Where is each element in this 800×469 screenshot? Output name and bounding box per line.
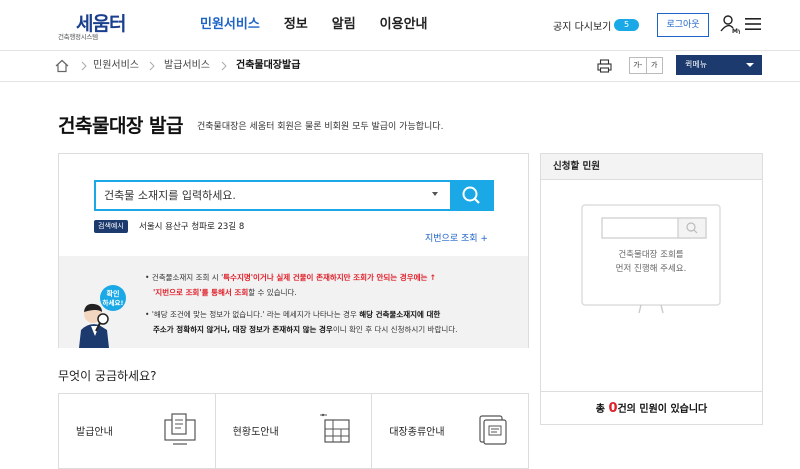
breadcrumb-current: 건축물대장발급 <box>236 60 301 71</box>
empty-line-2: 먼저 진행해 주세요. <box>615 264 687 274</box>
faq-card-label: 발급안내 <box>76 427 113 438</box>
page-title: 건축물대장 발급 <box>58 115 183 137</box>
faq-card-issue-guide[interactable]: 발급안내 <box>59 394 216 468</box>
caret-down-icon <box>746 63 754 67</box>
address-search-input[interactable] <box>94 180 450 211</box>
chevron-right-icon <box>149 61 155 71</box>
quick-menu-label: 퀵메뉴 <box>685 60 708 69</box>
breadcrumb-civil-service[interactable]: 민원서비스 <box>93 51 139 80</box>
home-icon[interactable] <box>55 59 69 73</box>
notice-guide-box: 확인 하세요! • 건축물소재지 조회 시 '특수지명'이거나 실제 건물이 존… <box>59 256 528 348</box>
print-icon[interactable] <box>597 59 612 73</box>
page-subtitle: 건축물대장은 세움터 회원은 물론 비회원 모두 발급이 가능합니다. <box>197 122 444 132</box>
faq-cards: 발급안내 현황도안내 대장종류안내 <box>58 393 529 469</box>
nav-item-civil-service[interactable]: 민원서비스 <box>200 0 260 50</box>
empty-line-1: 건축물대장 조회를 <box>618 250 684 260</box>
guide-bullet-2: • '해당 조건에 맞는 정보가 없습니다.' 라는 메세지가 나타나는 경우 … <box>145 310 441 319</box>
guide-b2-pre: '해당 조건에 맞는 정보가 없습니다.' 라는 메세지가 나타나는 경우 <box>151 310 357 319</box>
logo[interactable]: 세움터 건축행정시스템 <box>58 9 138 41</box>
floor-plan-icon <box>320 413 350 443</box>
search-button[interactable] <box>450 180 494 211</box>
guide-b1-pre: 건축물소재지 조회 시 ' <box>151 273 224 282</box>
font-increase-button[interactable]: 가 <box>647 58 663 73</box>
nav-item-notice[interactable]: 알림 <box>332 0 356 50</box>
nav-item-guide[interactable]: 이용안내 <box>380 0 428 50</box>
apply-list-panel: 신청할 민원 건축물대장 조회를 먼저 진행해 주세요. 총 0건의 민원이 있… <box>540 153 763 425</box>
example-address: 서울시 용산구 청파로 23길 8 <box>139 222 245 232</box>
search-dropdown-icon[interactable] <box>432 192 438 196</box>
faq-card-label: 대장종류안내 <box>389 427 445 438</box>
guide-b1b-post: 할 수 있습니다. <box>248 288 297 297</box>
address-search <box>94 180 494 211</box>
notice-count-badge[interactable]: 5 <box>614 19 639 31</box>
document-monitor-icon <box>164 413 196 445</box>
guide-bullet-1: • 건축물소재지 조회 시 '특수지명'이거나 실제 건물이 존재하지만 조회가… <box>145 273 437 282</box>
font-decrease-button[interactable]: 가- <box>630 58 647 73</box>
document-stack-icon <box>479 415 507 445</box>
main-nav: 민원서비스 정보 알림 이용안내 <box>200 0 452 50</box>
guide-b2b-bold: 주소가 정확하지 않거나, 대장 정보가 존재하지 않는 경우 <box>153 325 333 334</box>
faq-title: 무엇이 궁금하세요? <box>58 369 157 383</box>
lot-number-search-link[interactable]: 지번으로 조회 + <box>425 231 488 244</box>
guide-b1b-red: '지번으로 조회'를 통해서 조회 <box>153 288 249 297</box>
empty-state-message: 건축물대장 조회를 먼저 진행해 주세요. <box>581 248 721 276</box>
apply-list-title: 신청할 민원 <box>541 154 762 180</box>
hamburger-menu-icon[interactable] <box>745 17 761 31</box>
nav-item-info[interactable]: 정보 <box>284 0 308 50</box>
guide-bullet-2-cont: 주소가 정확하지 않거나, 대장 정보가 존재하지 않는 경우이니 확인 후 다… <box>153 322 458 337</box>
faq-card-ledger-types[interactable]: 대장종류안내 <box>372 394 528 468</box>
guide-b2-bold: 해당 건축물소재지에 대한 <box>359 310 441 319</box>
chevron-right-icon <box>81 61 87 71</box>
quick-menu-dropdown[interactable]: 퀵메뉴 <box>676 55 762 75</box>
faq-card-label: 현황도안내 <box>232 427 279 438</box>
my-icon-label: My <box>732 28 740 34</box>
notice-replay-link[interactable]: 공지 다시보기 <box>553 18 611 33</box>
apply-count-summary: 총 0건의 민원이 있습니다 <box>541 391 762 425</box>
my-page-icon[interactable]: My <box>720 14 740 34</box>
guide-b1-red: 특수지명'이거나 실제 건물이 존재하지만 조회가 안되는 경우에는 <box>223 273 428 282</box>
search-icon <box>462 186 480 204</box>
example-tag: 검색예시 <box>94 220 128 233</box>
site-header: 세움터 건축행정시스템 민원서비스 정보 알림 이용안내 공지 다시보기 5 로… <box>0 0 800 50</box>
guide-b1-arrow: ↑ <box>429 273 437 282</box>
check-badge-line1: 확인 <box>107 289 120 298</box>
font-size-control: 가- 가 <box>629 57 663 74</box>
breadcrumb-bar: 민원서비스 발급서비스 건축물대장발급 가- 가 퀵메뉴 <box>0 50 800 82</box>
logout-button[interactable]: 로그아웃 <box>657 13 709 37</box>
breadcrumb-issue-service[interactable]: 발급서비스 <box>164 51 210 80</box>
count-prefix: 총 <box>595 404 609 415</box>
guide-bullet-1-cont: '지번으로 조회'를 통해서 조회할 수 있습니다. <box>153 285 297 300</box>
count-suffix: 건의 민원이 있습니다 <box>617 404 708 415</box>
search-panel: 검색예시 서울시 용산구 청파로 23길 8 지번으로 조회 + 확인 하세요!… <box>58 153 529 348</box>
faq-card-plan-guide[interactable]: 현황도안내 <box>216 394 373 468</box>
check-badge-line2: 하세요! <box>103 298 124 307</box>
guide-b2b-post: 이니 확인 후 다시 신청하시기 바랍니다. <box>332 325 458 334</box>
chevron-right-icon <box>221 61 227 71</box>
logo-subtitle: 건축행정시스템 <box>58 33 98 41</box>
inspector-illustration-icon: 확인 하세요! <box>79 285 126 348</box>
